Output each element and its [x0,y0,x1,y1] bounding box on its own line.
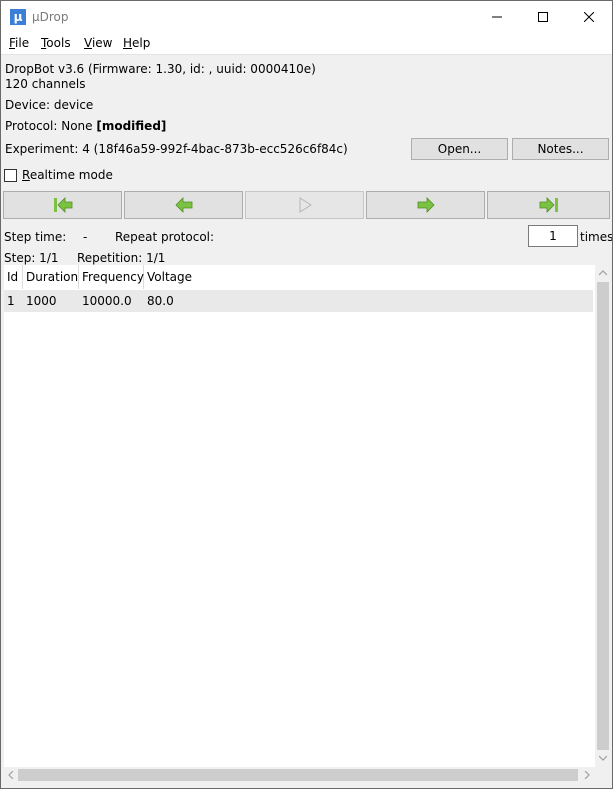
table-row[interactable]: 1 1000 10000.0 80.0 [4,290,593,312]
last-step-button[interactable] [487,191,610,219]
column-header-id[interactable]: Id [4,265,23,289]
previous-arrow-icon [174,197,192,213]
maximize-icon [538,12,548,22]
scroll-up-icon[interactable] [599,270,607,276]
repeat-protocol-input[interactable]: 1 [528,225,578,247]
column-header-duration[interactable]: Duration [23,265,79,289]
channels-info: 120 channels [5,77,86,91]
menu-file[interactable]: File [9,36,29,50]
app-window: µ µDrop File Tools View Help DropBot v3.… [0,0,613,789]
menu-bar: File Tools View Help [1,33,612,55]
play-button[interactable] [245,191,364,219]
scroll-right-icon[interactable] [584,771,590,779]
dropbot-info: DropBot v3.6 (Firmware: 1.30, id: , uuid… [5,62,316,76]
protocol-info: Protocol: None [modified] [5,119,166,133]
next-arrow-icon [417,197,435,213]
step-time-label: Step time: [4,230,67,244]
notes-button[interactable]: Notes... [512,138,609,160]
skip-to-first-icon [53,197,72,213]
horizontal-scroll-thumb[interactable] [18,769,578,781]
close-button[interactable] [566,1,612,33]
cell-voltage: 80.0 [147,294,174,308]
app-logo-icon: µ [10,9,26,25]
maximize-button[interactable] [520,1,566,33]
skip-to-last-icon [539,197,558,213]
cell-duration: 1000 [26,294,57,308]
protocol-table: Id Duration Frequency Voltage 1 1000 100… [4,265,595,767]
column-header-voltage[interactable]: Voltage [144,265,204,289]
close-icon [584,12,594,22]
menu-view[interactable]: View [84,36,112,50]
next-step-button[interactable] [366,191,485,219]
column-header-frequency[interactable]: Frequency [79,265,144,289]
repetition-counter: Repetition: 1/1 [77,251,166,265]
menu-help[interactable]: Help [123,36,150,50]
repeat-times-label: times [580,230,613,244]
menu-tools[interactable]: Tools [41,36,71,50]
first-step-button[interactable] [3,191,122,219]
open-button[interactable]: Open... [411,138,508,160]
protocol-modified-flag: [modified] [96,119,167,133]
protocol-label: Protocol: None [5,119,97,133]
cell-frequency: 10000.0 [82,294,132,308]
cell-id: 1 [7,294,15,308]
experiment-info: Experiment: 4 (18f46a59-992f-4bac-873b-e… [5,142,348,156]
scrollbar-corner [595,767,611,783]
minimize-button[interactable] [474,1,520,33]
minimize-icon [492,16,502,18]
scroll-left-icon[interactable] [8,771,14,779]
horizontal-scrollbar[interactable] [4,767,595,783]
play-icon [299,197,312,213]
scroll-down-icon[interactable] [599,755,607,761]
vertical-scroll-thumb[interactable] [597,282,609,750]
vertical-scrollbar[interactable] [595,265,611,767]
repeat-protocol-label: Repeat protocol: [115,230,215,244]
realtime-mode-label[interactable]: Realtime mode [22,168,113,182]
window-title: µDrop [32,10,69,24]
step-time-value: - [83,230,88,244]
device-info: Device: device [5,98,94,112]
title-bar: µ µDrop [1,1,612,33]
realtime-mode-checkbox[interactable] [4,169,17,182]
step-counter: Step: 1/1 [4,251,59,265]
previous-step-button[interactable] [124,191,243,219]
